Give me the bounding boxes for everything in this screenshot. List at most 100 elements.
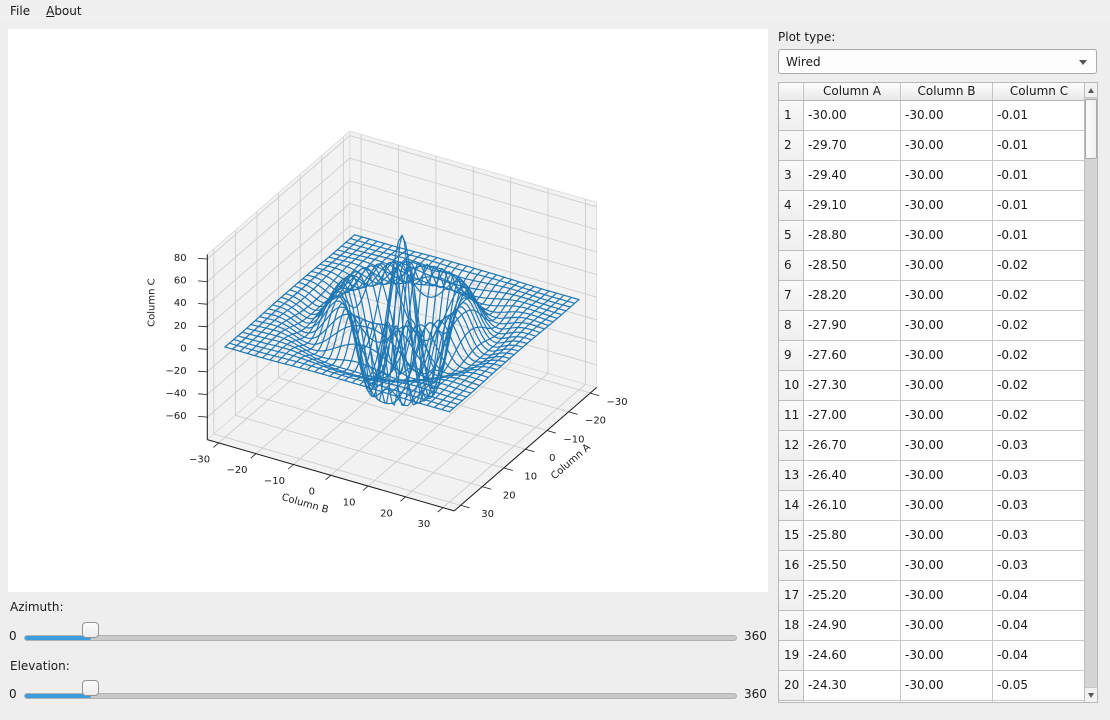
cell-column-a[interactable]: -29.10 xyxy=(804,191,901,221)
azimuth-slider-track[interactable] xyxy=(24,635,737,641)
cell-column-b[interactable]: -30.00 xyxy=(901,431,993,461)
cell-column-c[interactable]: -0.03 xyxy=(993,491,1086,521)
cell-column-a[interactable]: -26.70 xyxy=(804,431,901,461)
cell-column-a[interactable]: -27.90 xyxy=(804,311,901,341)
cell-column-b[interactable]: -30.00 xyxy=(901,461,993,491)
row-index-cell[interactable]: 3 xyxy=(779,161,804,191)
cell-column-c[interactable]: -0.03 xyxy=(993,521,1086,551)
table-scrollbar[interactable] xyxy=(1084,83,1097,702)
row-index-cell[interactable]: 2 xyxy=(779,131,804,161)
cell-column-a[interactable]: -27.30 xyxy=(804,371,901,401)
row-index-cell[interactable]: 13 xyxy=(779,461,804,491)
svg-text:0: 0 xyxy=(180,343,186,354)
elevation-slider[interactable]: 0 360 xyxy=(0,686,768,706)
row-index-cell[interactable]: 6 xyxy=(779,251,804,281)
elevation-slider-fill xyxy=(25,694,91,698)
cell-column-a[interactable]: -26.40 xyxy=(804,461,901,491)
row-index-cell[interactable]: 20 xyxy=(779,671,804,701)
row-index-cell[interactable]: 18 xyxy=(779,611,804,641)
cell-column-b[interactable]: -30.00 xyxy=(901,311,993,341)
row-index-cell[interactable]: 7 xyxy=(779,281,804,311)
cell-column-c[interactable]: -0.05 xyxy=(993,671,1086,701)
header-column-b[interactable]: Column B xyxy=(901,83,993,100)
row-index-cell[interactable]: 5 xyxy=(779,221,804,251)
row-index-cell[interactable]: 11 xyxy=(779,401,804,431)
cell-column-a[interactable]: -27.60 xyxy=(804,341,901,371)
cell-column-a[interactable]: -29.40 xyxy=(804,161,901,191)
cell-column-a[interactable]: -28.20 xyxy=(804,281,901,311)
scroll-down-button[interactable] xyxy=(1085,687,1097,702)
cell-column-a[interactable]: -29.70 xyxy=(804,131,901,161)
cell-column-c[interactable]: -0.02 xyxy=(993,311,1086,341)
azimuth-slider[interactable]: 0 360 xyxy=(0,628,768,648)
cell-column-a[interactable]: -28.50 xyxy=(804,251,901,281)
cell-column-b[interactable]: -30.00 xyxy=(901,611,993,641)
row-index-cell[interactable]: 10 xyxy=(779,371,804,401)
cell-column-a[interactable]: -25.80 xyxy=(804,521,901,551)
row-index-cell[interactable]: 14 xyxy=(779,491,804,521)
azimuth-slider-thumb[interactable] xyxy=(82,622,99,638)
cell-column-b[interactable]: -30.00 xyxy=(901,221,993,251)
row-index-cell[interactable]: 15 xyxy=(779,521,804,551)
cell-column-c[interactable]: -0.01 xyxy=(993,221,1086,251)
cell-column-b[interactable]: -30.00 xyxy=(901,161,993,191)
cell-column-b[interactable]: -30.00 xyxy=(901,281,993,311)
cell-column-a[interactable]: -24.60 xyxy=(804,641,901,671)
elevation-slider-thumb[interactable] xyxy=(82,680,99,696)
cell-column-c[interactable]: -0.03 xyxy=(993,461,1086,491)
row-index-cell[interactable]: 1 xyxy=(779,101,804,131)
cell-column-c[interactable]: -0.04 xyxy=(993,611,1086,641)
cell-column-b[interactable]: -30.00 xyxy=(901,371,993,401)
row-index-cell[interactable]: 16 xyxy=(779,551,804,581)
plot-type-combobox[interactable]: Wired xyxy=(778,49,1097,74)
menu-about[interactable]: About xyxy=(38,2,90,20)
cell-column-b[interactable]: -30.00 xyxy=(901,401,993,431)
cell-column-a[interactable]: -24.30 xyxy=(804,671,901,701)
header-corner-cell[interactable] xyxy=(779,83,804,100)
row-index-cell[interactable]: 8 xyxy=(779,311,804,341)
cell-column-c[interactable]: -0.03 xyxy=(993,431,1086,461)
header-column-a[interactable]: Column A xyxy=(804,83,901,100)
cell-column-c[interactable]: -0.04 xyxy=(993,581,1086,611)
cell-column-a[interactable]: -30.00 xyxy=(804,101,901,131)
cell-column-b[interactable]: -30.00 xyxy=(901,551,993,581)
cell-column-a[interactable]: -25.50 xyxy=(804,551,901,581)
cell-column-a[interactable]: -25.20 xyxy=(804,581,901,611)
cell-column-b[interactable]: -30.00 xyxy=(901,581,993,611)
menu-file[interactable]: File xyxy=(2,2,38,20)
cell-column-b[interactable]: -30.00 xyxy=(901,641,993,671)
cell-column-c[interactable]: -0.02 xyxy=(993,371,1086,401)
cell-column-b[interactable]: -30.00 xyxy=(901,521,993,551)
cell-column-a[interactable]: -28.80 xyxy=(804,221,901,251)
cell-column-b[interactable]: -30.00 xyxy=(901,191,993,221)
cell-column-b[interactable]: -30.00 xyxy=(901,101,993,131)
cell-column-c[interactable]: -0.01 xyxy=(993,131,1086,161)
scrollbar-thumb[interactable] xyxy=(1085,99,1097,159)
row-index-cell[interactable]: 17 xyxy=(779,581,804,611)
cell-column-b[interactable]: -30.00 xyxy=(901,671,993,701)
cell-column-c[interactable]: -0.01 xyxy=(993,191,1086,221)
cell-column-c[interactable]: -0.02 xyxy=(993,251,1086,281)
cell-column-c[interactable]: -0.01 xyxy=(993,161,1086,191)
cell-column-c[interactable]: -0.03 xyxy=(993,551,1086,581)
cell-column-b[interactable]: -30.00 xyxy=(901,131,993,161)
cell-column-a[interactable]: -26.10 xyxy=(804,491,901,521)
table-body: 1-30.00-30.00-0.012-29.70-30.00-0.013-29… xyxy=(779,101,1086,703)
elevation-slider-track[interactable] xyxy=(24,693,737,699)
cell-column-b[interactable]: -30.00 xyxy=(901,251,993,281)
cell-column-a[interactable]: -24.90 xyxy=(804,611,901,641)
cell-column-c[interactable]: -0.02 xyxy=(993,341,1086,371)
cell-column-c[interactable]: -0.01 xyxy=(993,101,1086,131)
cell-column-c[interactable]: -0.04 xyxy=(993,641,1086,671)
cell-column-a[interactable]: -27.00 xyxy=(804,401,901,431)
cell-column-b[interactable]: -30.00 xyxy=(901,491,993,521)
cell-column-b[interactable]: -30.00 xyxy=(901,341,993,371)
scroll-up-button[interactable] xyxy=(1085,83,1097,98)
row-index-cell[interactable]: 19 xyxy=(779,641,804,671)
row-index-cell[interactable]: 9 xyxy=(779,341,804,371)
row-index-cell[interactable]: 4 xyxy=(779,191,804,221)
row-index-cell[interactable]: 12 xyxy=(779,431,804,461)
cell-column-c[interactable]: -0.02 xyxy=(993,281,1086,311)
header-column-c[interactable]: Column C xyxy=(993,83,1086,100)
cell-column-c[interactable]: -0.02 xyxy=(993,401,1086,431)
